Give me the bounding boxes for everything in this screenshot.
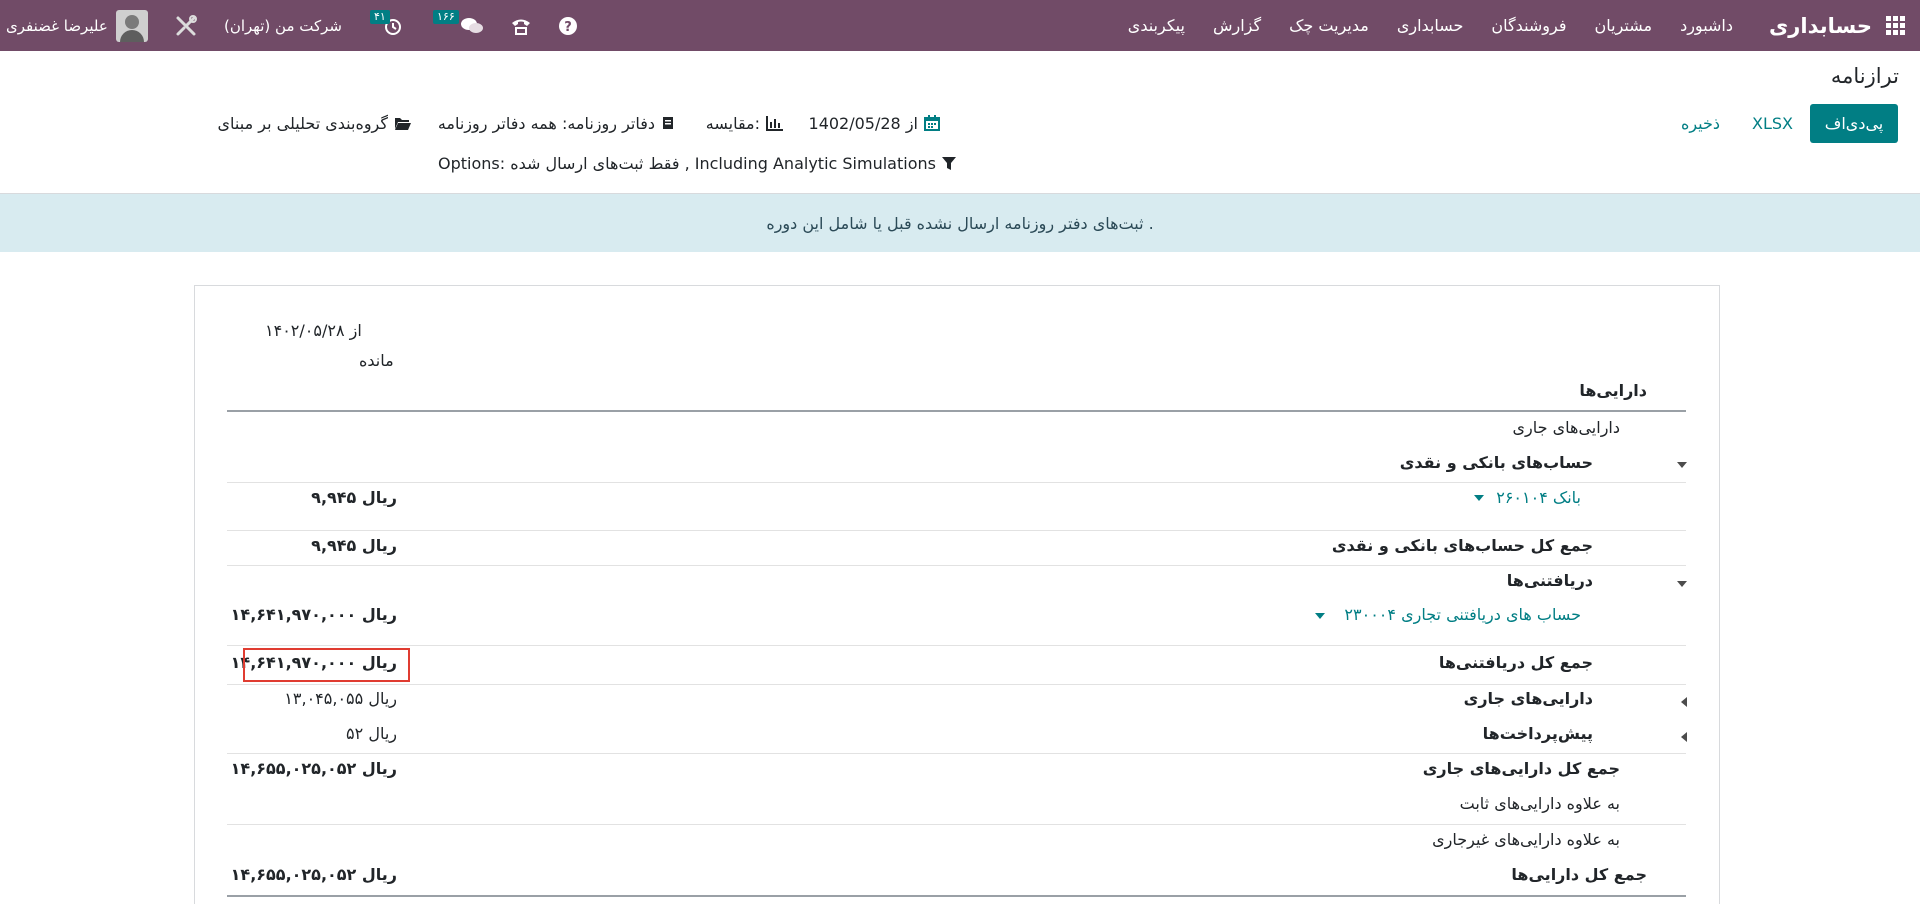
analytic-group-label: گروه‌بندی تحلیلی بر مبنای [217,113,388,133]
menu-item-accounting[interactable]: حسابداری [1383,16,1478,35]
help-menu[interactable]: ? [558,0,578,51]
plus-non-current-assets: به علاوه دارایی‌های غیرجاری [1432,830,1620,849]
row-divider [227,482,1686,483]
account-bank-value: ۹,۹۴۵ ریال [311,488,397,507]
row-divider [227,565,1686,566]
folder-open-icon [395,117,411,130]
app-brand[interactable]: حسابداری [1769,0,1872,51]
xlsx-button[interactable]: XLSX [1752,104,1793,143]
expand-caret-current-assets[interactable] [1681,697,1687,707]
menu-item-customers[interactable]: مشتریان [1581,16,1667,35]
row-divider [227,645,1686,646]
menu-item-configuration[interactable]: پیکربندی [1114,16,1199,35]
plus-fixed-assets: به علاوه دارایی‌های ثابت [1459,794,1620,813]
page-title: ترازنامه [1830,64,1899,88]
journals-filter[interactable]: دفاتر روزنامه: همه دفاتر روزنامه [438,110,676,136]
total-divider [227,895,1686,897]
save-button[interactable]: ذخیره [1681,104,1720,143]
menu-item-reporting[interactable]: گزارش [1199,16,1275,35]
total-assets: جمع کل دارایی‌ها [1511,865,1647,884]
group-current-assets: دارایی‌های جاری [1512,418,1620,437]
total-bank-cash: جمع کل حساب‌های بانکی و نقدی [1331,536,1593,555]
svg-text:?: ? [564,20,572,35]
date-filter-label: از 1402/05/28 [808,113,918,133]
calendar-icon [924,115,940,131]
activity-badge: ۴۱ [370,10,390,24]
comparison-filter-label: مقایسه: [705,113,760,133]
filter-icon [941,156,956,170]
account-receivables-dropdown-icon[interactable] [1315,613,1325,619]
expand-caret-prepayments[interactable] [1681,732,1687,742]
collapse-caret-bank-cash[interactable] [1677,462,1687,468]
phone-icon [512,19,530,35]
group-prepayments[interactable]: پیش‌پرداخت‌ها [1483,724,1593,743]
account-trade-receivables[interactable]: ۲۳۰۰۰۴ حساب های دریافتنی تجاری [1344,605,1581,624]
apps-grid-icon[interactable] [1886,0,1906,51]
analytic-group-filter[interactable]: گروه‌بندی تحلیلی بر مبنای [218,110,412,136]
section-assets: دارایی‌ها [1579,381,1647,400]
total-bank-cash-value: ۹,۹۴۵ ریال [311,536,397,555]
prepayments-value: ۵۲ ریال [346,724,397,743]
total-assets-value: ۱۴,۶۵۵,۰۲۵,۰۵۲ ریال [230,865,397,884]
user-menu[interactable]: علیرضا غضنفری [6,0,148,51]
column-header-balance: مانده [359,351,394,370]
row-divider [227,824,1686,825]
unposted-entries-alert: . ثبت‌های دفتر روزنامه ارسال نشده قبل یا… [0,194,1920,252]
account-bank-dropdown-icon[interactable] [1474,495,1484,501]
user-name: علیرضا غضنفری [6,16,108,35]
row-divider [227,684,1686,685]
column-header-date: از ۱۴۰۲/۰۵/۲۸ [265,321,362,340]
book-icon [663,117,673,129]
activity-menu[interactable] [383,0,403,51]
avatar [115,9,148,42]
group-receivables[interactable]: دریافتنی‌ها [1507,571,1593,590]
pdf-button[interactable]: پی‌دی‌اف [1810,104,1898,143]
account-bank[interactable]: ۲۶۰۱۰۴ بانک [1496,488,1581,507]
chat-icon [461,17,483,33]
date-filter[interactable]: از 1402/05/28 [809,110,940,136]
options-filter-label: Options: فقط ثبت‌های ارسال شده , Includi… [438,153,936,173]
current-assets-other-value: ۱۳,۰۴۵,۰۵۵ ریال [284,689,397,708]
main-menu: داشبورد مشتریان فروشندگان حسابداری مدیری… [1114,0,1747,51]
group-bank-cash[interactable]: حساب‌های بانکی و نقدی [1400,453,1593,472]
options-filter[interactable]: Options: فقط ثبت‌های ارسال شده , Includi… [438,150,956,176]
collapse-caret-receivables[interactable] [1677,581,1687,587]
comparison-filter[interactable]: مقایسه: [706,110,784,136]
row-divider [227,530,1686,531]
group-current-assets-other[interactable]: دارایی‌های جاری [1464,689,1593,708]
messaging-menu[interactable] [460,0,484,51]
row-divider [227,753,1686,754]
header-divider [227,410,1686,412]
account-trade-receivables-value: ۱۴,۶۴۱,۹۷۰,۰۰۰ ریال [230,605,397,624]
alert-text: . ثبت‌های دفتر روزنامه ارسال نشده قبل یا… [766,213,1154,233]
total-current-assets: جمع کل دارایی‌های جاری [1422,759,1620,778]
menu-item-dashboard[interactable]: داشبورد [1666,16,1747,35]
total-current-assets-value: ۱۴,۶۵۵,۰۲۵,۰۵۲ ریال [230,759,397,778]
highlight-box [243,648,410,682]
total-receivables: جمع کل دریافتنی‌ها [1438,653,1593,672]
help-icon: ? [559,16,577,35]
bar-chart-icon [766,116,783,131]
menu-item-check-management[interactable]: مدیریت چک [1275,16,1383,35]
messages-badge: ۱۶۶ [433,10,459,24]
top-navbar: حسابداری داشبورد مشتریان فروشندگان حسابد… [0,0,1920,51]
menu-item-vendors[interactable]: فروشندگان [1477,16,1580,35]
tools-icon[interactable] [174,14,198,38]
journals-filter-label: دفاتر روزنامه: همه دفاتر روزنامه [437,113,655,133]
company-switcher[interactable]: شرکت من (تهران) [224,0,342,51]
voip-menu[interactable] [510,0,532,51]
